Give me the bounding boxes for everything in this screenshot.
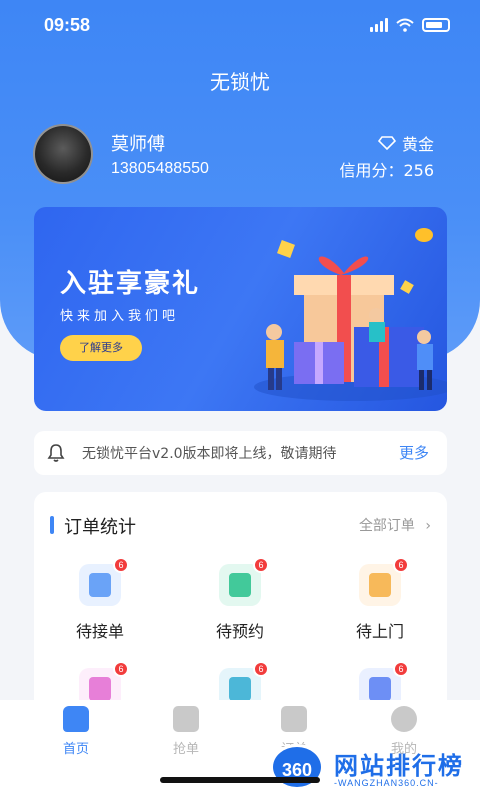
count-badge: 6 — [253, 557, 269, 573]
gift-illustration — [254, 228, 447, 401]
clipboard-icon: 6 — [79, 557, 129, 606]
count-badge: 6 — [393, 557, 409, 573]
order-statistics-card: 订单统计 全部订单 › 6 待接单 6 待预约 6 待上门 6 6 6 — [34, 492, 447, 712]
count-badge: 6 — [393, 661, 409, 677]
promo-banner[interactable]: 入驻享豪礼 快来加入我们吧 了解更多 — [34, 207, 447, 411]
battery-icon — [422, 18, 450, 32]
all-orders-label: 全部订单 — [358, 518, 415, 534]
list-icon — [281, 706, 307, 732]
avatar[interactable] — [33, 124, 93, 184]
tab-home[interactable]: 首页 — [36, 706, 116, 757]
member-level: 黄金 — [377, 131, 434, 155]
notice-bar[interactable]: 无锁忧平台v2.0版本即将上线，敬请期待 更多 — [34, 431, 447, 475]
document-icon: 6 — [359, 557, 409, 606]
wifi-icon — [396, 18, 414, 32]
learn-more-button[interactable]: 了解更多 — [60, 335, 142, 361]
calendar-icon: 6 — [219, 557, 269, 606]
orders-section-title: 订单统计 — [64, 517, 136, 538]
home-indicator — [160, 777, 320, 783]
chevron-right-icon: › — [425, 518, 431, 534]
count-badge: 6 — [113, 557, 129, 573]
status-bar: 09:58 — [0, 0, 480, 52]
order-pending-accept[interactable]: 6 待接单 — [50, 557, 150, 642]
watermark-logo: 360 — [270, 744, 324, 790]
order-label: 待接单 — [75, 622, 124, 641]
banner-subtitle: 快来加入我们吧 — [60, 309, 180, 324]
member-level-label: 黄金 — [401, 135, 434, 154]
status-icons — [370, 18, 450, 32]
user-icon — [391, 706, 417, 732]
notice-more-link[interactable]: 更多 — [399, 442, 429, 463]
hand-order-icon — [173, 706, 199, 732]
all-orders-link[interactable]: 全部订单 › — [359, 515, 431, 535]
user-phone: 13805488550 — [111, 160, 209, 177]
count-badge: 6 — [253, 661, 269, 677]
section-accent-bar — [50, 516, 54, 534]
notice-text: 无锁忧平台v2.0版本即将上线，敬请期待 — [82, 446, 337, 462]
count-badge: 6 — [113, 661, 129, 677]
watermark-url: -WANGZHAN360.CN- — [334, 778, 439, 788]
order-pending-appointment[interactable]: 6 待预约 — [190, 557, 290, 642]
order-label: 待上门 — [355, 622, 404, 641]
home-icon — [63, 706, 89, 732]
status-time: 09:58 — [44, 15, 91, 35]
tab-label: 首页 — [62, 742, 89, 757]
signal-icon — [370, 18, 388, 32]
diamond-icon — [377, 136, 396, 150]
order-pending-visit[interactable]: 6 待上门 — [330, 557, 430, 642]
user-name: 莫师傅 — [111, 134, 165, 155]
order-label: 待预约 — [215, 622, 264, 641]
page-title: 无锁忧 — [210, 70, 270, 94]
banner-title: 入驻享豪礼 — [60, 269, 201, 299]
bell-icon — [47, 444, 65, 462]
tab-label: 抢单 — [172, 742, 199, 757]
watermark: 360 网站排行榜 -WANGZHAN360.CN- — [270, 744, 480, 800]
tab-grab-order[interactable]: 抢单 — [146, 706, 226, 757]
credit-score: 信用分：256 — [339, 161, 434, 180]
watermark-text: 网站排行榜 — [334, 752, 464, 780]
